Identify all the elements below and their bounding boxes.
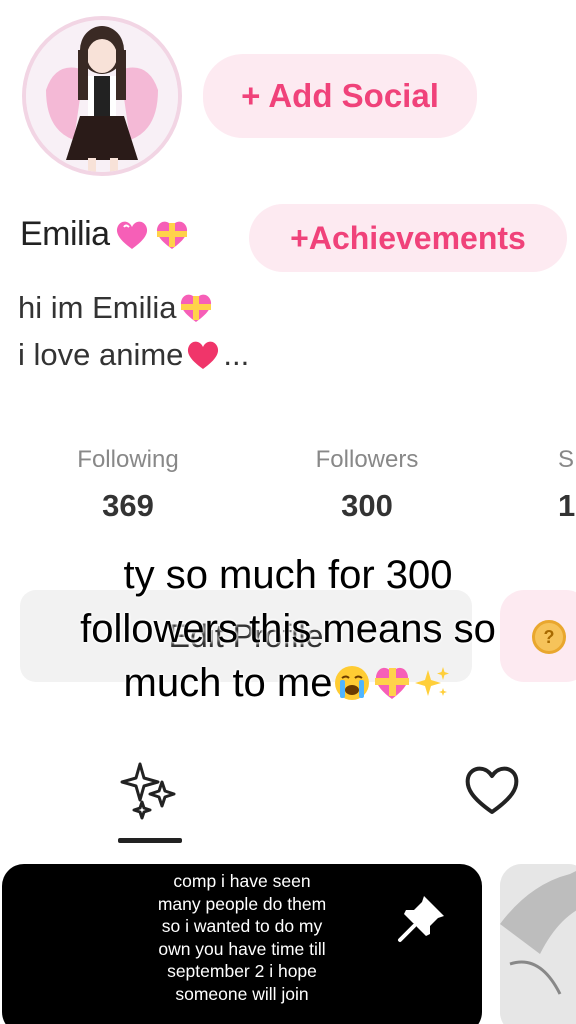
caption-line-3-wrap: much to me — [0, 656, 576, 710]
stat-following[interactable]: Following 369 — [68, 446, 188, 524]
crying-face-icon — [335, 666, 370, 700]
post-text-line: many people do them — [157, 893, 327, 914]
bio-line-1: hi im Emilia — [18, 290, 177, 325]
stat-label: S — [558, 446, 575, 473]
pin-icon — [398, 896, 444, 942]
post-thumbnail[interactable] — [500, 864, 576, 1024]
caption-line-2: followers this means so — [80, 607, 496, 651]
profile-name: Emilia — [20, 215, 110, 253]
bio-line: hi im Emilia — [18, 284, 249, 331]
stat-value: 300 — [341, 488, 393, 523]
add-social-button[interactable]: + Add Social — [203, 54, 477, 138]
red-heart-icon — [188, 341, 219, 369]
post-text-line: comp i have seen — [173, 871, 311, 891]
stat-value: 369 — [102, 488, 154, 523]
caption-line-3: much to me — [123, 661, 333, 705]
pink-heart-icon — [116, 221, 147, 249]
sparkles-emoji-icon — [415, 667, 450, 696]
post-text-line: someone will join — [175, 983, 309, 1004]
stat-third[interactable]: S 1 — [558, 446, 576, 524]
gift-heart-icon — [181, 294, 212, 322]
active-tab-indicator — [118, 838, 182, 843]
post-text-line: so i wanted to do my — [161, 916, 323, 936]
bio-line-2: i love anime — [18, 337, 184, 372]
profile-avatar[interactable] — [22, 16, 182, 176]
stat-followers[interactable]: Followers 300 — [307, 446, 427, 524]
bio-line: i love anime ... — [18, 331, 249, 378]
post-text: comp i have seen many people do them so … — [102, 864, 382, 1005]
stat-value: 1 — [558, 488, 576, 523]
post-text-line: september 2 i hope — [167, 961, 317, 981]
avatar-illustration — [26, 20, 178, 172]
profile-bio: hi im Emilia i love anime ... — [18, 284, 249, 378]
stat-label: Followers — [315, 446, 419, 473]
post-text-line: own you have time till — [158, 938, 326, 959]
achievements-button[interactable]: +Achievements — [249, 204, 567, 272]
stat-label: Following — [77, 446, 179, 473]
sparkles-icon[interactable] — [118, 760, 182, 824]
gift-heart-icon — [375, 667, 410, 699]
heart-outline-icon[interactable] — [462, 762, 522, 818]
profile-name-row: Emilia — [20, 215, 190, 254]
caption-line-1: ty so much for 300 — [123, 553, 453, 597]
gift-heart-icon — [156, 221, 187, 249]
bio-more[interactable]: ... — [223, 331, 249, 378]
post-sketch-image — [500, 864, 576, 1024]
video-caption: ty so much for 300 followers this means … — [0, 548, 576, 710]
